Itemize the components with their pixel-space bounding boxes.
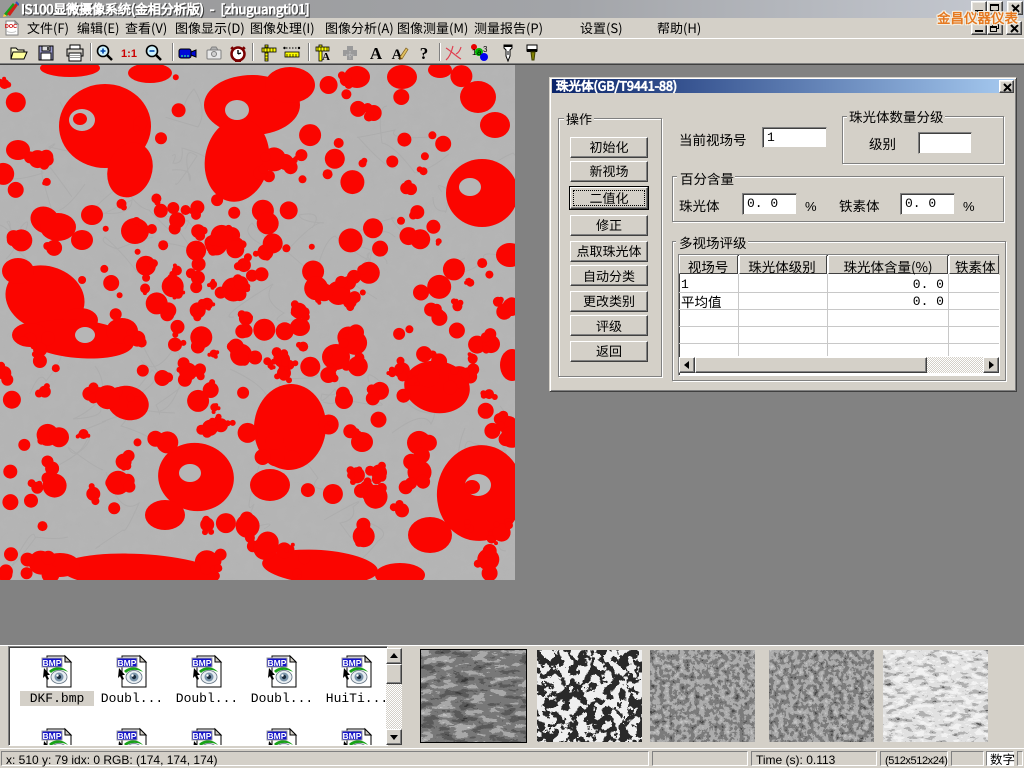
svg-text:?: ? [420,44,429,63]
svg-text:3: 3 [483,45,488,54]
svg-text:1:1: 1:1 [121,48,137,60]
svg-text:a: a [477,48,482,57]
svg-text:A: A [322,51,330,63]
svg-text:DOC: DOC [5,24,17,30]
svg-text:A: A [370,44,383,63]
